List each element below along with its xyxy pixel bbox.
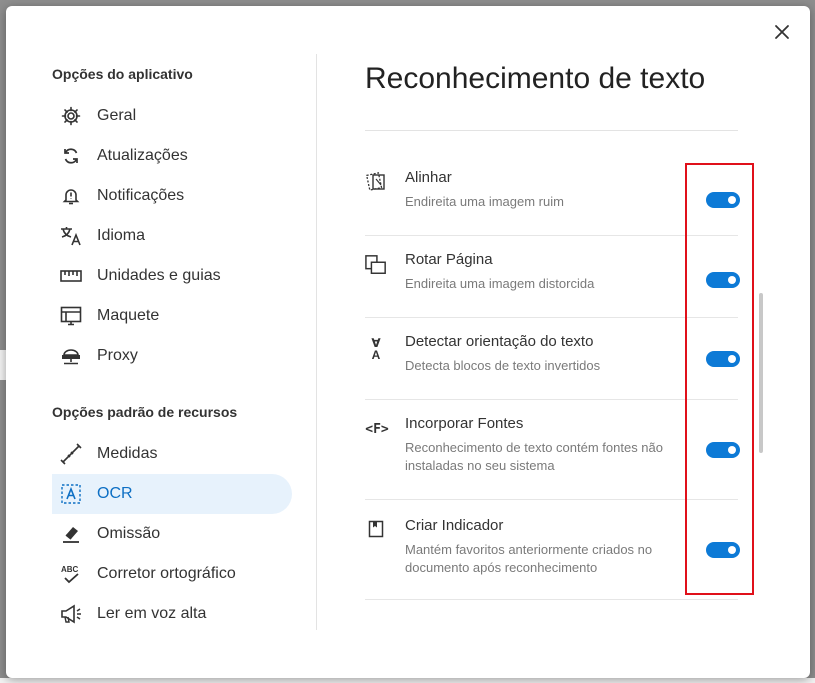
option-description-line: Reconhecimento de texto contém fontes nã… xyxy=(405,440,663,455)
option-rotar-pagina: Rotar Página Endireita uma imagem distor… xyxy=(365,236,740,318)
sidebar-item-label: Medidas xyxy=(97,445,158,462)
megaphone-icon xyxy=(60,603,82,625)
measure-icon xyxy=(60,443,82,465)
sidebar-item-label: Maquete xyxy=(97,307,160,324)
sidebar-item-label: Unidades e guias xyxy=(97,267,221,284)
sidebar-item-label: Notificações xyxy=(97,187,185,204)
alinhar-toggle[interactable] xyxy=(706,192,740,208)
sidebar-item-corretor[interactable]: ABC Corretor ortográfico xyxy=(52,554,292,594)
rotar-pagina-toggle[interactable] xyxy=(706,272,740,288)
option-description-line: instaladas no seu sistema xyxy=(405,458,555,473)
text-orientation-icon: ∀ A xyxy=(365,337,387,362)
resource-options-title: Opções padrão de recursos xyxy=(52,404,238,420)
sidebar-item-geral[interactable]: Geral xyxy=(52,96,292,136)
sidebar-item-medidas[interactable]: Medidas xyxy=(52,434,292,474)
detectar-orientacao-toggle[interactable] xyxy=(706,351,740,367)
option-description-line: documento após reconhecimento xyxy=(405,560,598,575)
sidebar-item-label: Idioma xyxy=(97,227,146,244)
option-description-line: Mantém favoritos anteriormente criados n… xyxy=(405,542,653,557)
ocr-icon xyxy=(60,483,82,505)
sidebar-divider xyxy=(316,54,317,630)
option-incorporar-fontes: <F> Incorporar Fontes Reconhecimento de … xyxy=(365,400,740,500)
sidebar-item-atualizacoes[interactable]: Atualizações xyxy=(52,136,292,176)
embed-fonts-icon: <F> xyxy=(365,418,389,440)
bookmark-icon xyxy=(365,518,387,540)
option-description: Mantém favoritos anteriormente criados n… xyxy=(405,541,695,577)
toggle-knob xyxy=(728,196,736,204)
app-options-title: Opções do aplicativo xyxy=(52,66,193,82)
option-criar-indicador: Criar Indicador Mantém favoritos anterio… xyxy=(365,500,740,600)
toggle-knob xyxy=(728,276,736,284)
sidebar-item-proxy[interactable]: Proxy xyxy=(52,336,292,376)
sidebar-item-label: Omissão xyxy=(97,525,161,542)
sidebar-item-idioma[interactable]: Idioma xyxy=(52,216,292,256)
bell-alert-icon xyxy=(60,185,82,207)
sidebar-item-label: Ler em voz alta xyxy=(97,605,207,622)
sidebar-item-label: Atualizações xyxy=(97,147,188,164)
translate-icon xyxy=(60,225,82,247)
sidebar-item-ler-voz-alta[interactable]: Ler em voz alta xyxy=(52,594,292,634)
option-description: Endireita uma imagem distorcida xyxy=(405,276,595,291)
option-description: Endireita uma imagem ruim xyxy=(405,194,564,209)
orientation-glyph-bottom: A xyxy=(371,348,381,362)
sidebar-item-omissao[interactable]: Omissão xyxy=(52,514,292,554)
background-window xyxy=(0,678,815,683)
sidebar-item-unidades[interactable]: Unidades e guias xyxy=(52,256,292,296)
close-button[interactable] xyxy=(770,20,794,44)
close-icon xyxy=(775,25,789,39)
resource-options-list: Medidas OCR Omissão ABC Corretor ortográ… xyxy=(52,434,292,634)
sidebar-item-ocr[interactable]: OCR xyxy=(52,474,292,514)
eraser-icon xyxy=(60,523,82,545)
title-divider xyxy=(365,130,738,131)
layout-icon xyxy=(60,305,82,327)
rotate-page-icon xyxy=(365,254,387,276)
sidebar-item-label: OCR xyxy=(97,485,133,502)
sidebar-item-label: Proxy xyxy=(97,347,138,364)
option-description: Detecta blocos de texto invertidos xyxy=(405,358,601,373)
sidebar-item-label: Corretor ortográfico xyxy=(97,565,236,582)
option-alinhar: Alinhar Endireita uma imagem ruim xyxy=(365,156,740,236)
sidebar-item-label: Geral xyxy=(97,107,137,124)
gear-icon xyxy=(60,105,82,127)
ocr-options-list: Alinhar Endireita uma imagem ruim Rotar … xyxy=(365,156,740,600)
option-title: Alinhar xyxy=(405,169,452,186)
embed-fonts-glyph: <F> xyxy=(365,421,389,437)
sidebar-item-notificacoes[interactable]: Notificações xyxy=(52,176,292,216)
sidebar-item-maquete[interactable]: Maquete xyxy=(52,296,292,336)
deskew-icon xyxy=(365,170,387,192)
svg-text:ABC: ABC xyxy=(61,565,79,574)
refresh-icon xyxy=(60,145,82,167)
page-title: Reconhecimento de texto xyxy=(365,62,706,95)
app-options-list: Geral Atualizações Notificações Idioma U… xyxy=(52,96,292,376)
option-title: Detectar orientação do texto xyxy=(405,333,594,350)
incorporar-fontes-toggle[interactable] xyxy=(706,442,740,458)
option-detectar-orientacao: ∀ A Detectar orientação do texto Detecta… xyxy=(365,318,740,400)
criar-indicador-toggle[interactable] xyxy=(706,542,740,558)
option-title: Criar Indicador xyxy=(405,517,504,534)
toggle-knob xyxy=(728,446,736,454)
option-title: Incorporar Fontes xyxy=(405,415,524,432)
toggle-knob xyxy=(728,355,736,363)
option-title: Rotar Página xyxy=(405,251,493,268)
toggle-knob xyxy=(728,546,736,554)
ruler-icon xyxy=(60,265,82,287)
scrollbar-thumb[interactable] xyxy=(759,293,763,453)
sidebar: Opções do aplicativo Geral Atualizações … xyxy=(52,60,292,634)
network-icon xyxy=(60,345,82,367)
spellcheck-icon: ABC xyxy=(60,563,82,585)
preferences-dialog: Opções do aplicativo Geral Atualizações … xyxy=(6,6,810,678)
option-description: Reconhecimento de texto contém fontes nã… xyxy=(405,439,695,475)
